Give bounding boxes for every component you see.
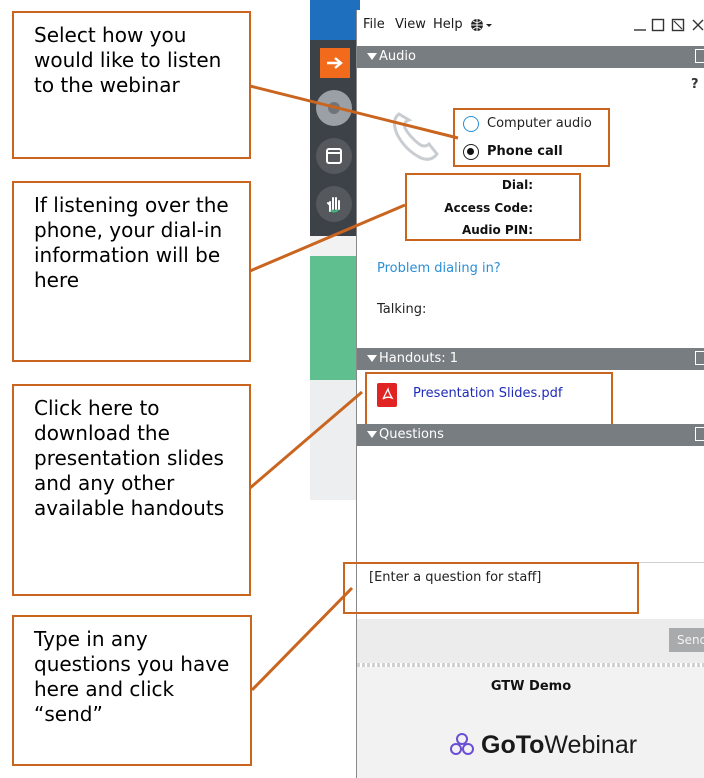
questions-connector-line [250, 586, 354, 692]
dialin-connector-line [249, 203, 406, 273]
questions-callout: Type in any questions you have here and … [12, 615, 252, 766]
dialin-callout: If listening over the phone, your dial-i… [12, 181, 251, 362]
audio-callout: Select how you would like to listen to t… [12, 11, 251, 159]
handouts-connector-line [249, 390, 363, 490]
audio-connector-line [249, 84, 459, 140]
handouts-callout: Click here to download the presentation … [12, 384, 251, 596]
